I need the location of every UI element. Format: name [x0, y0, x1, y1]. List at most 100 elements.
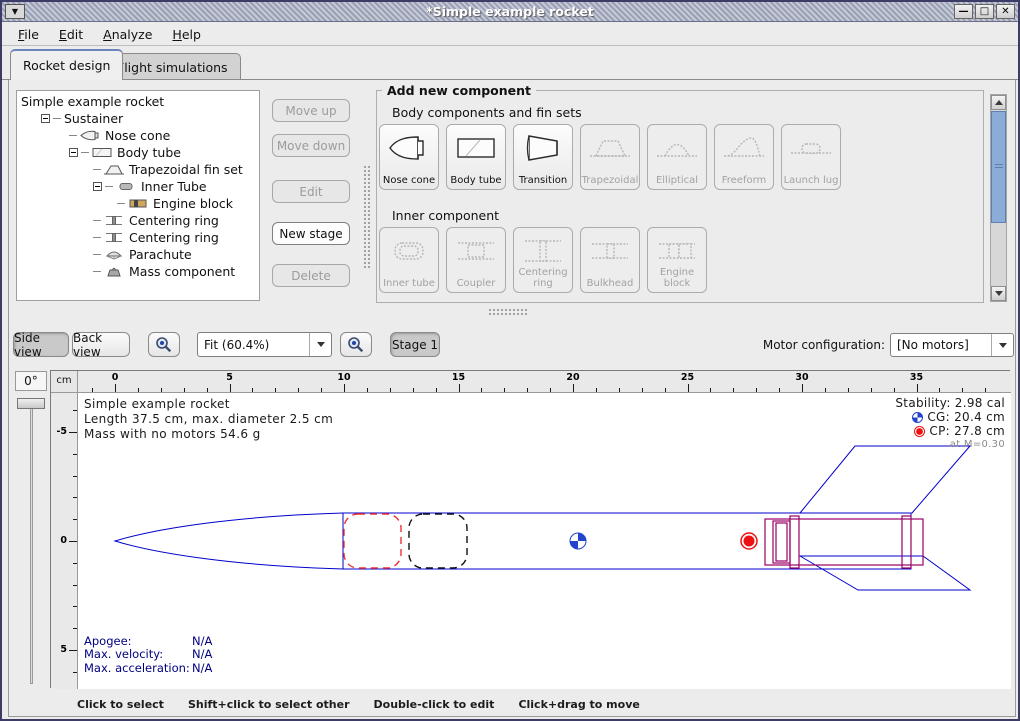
- collapse-icon[interactable]: [41, 114, 50, 123]
- tab-rocket-design[interactable]: Rocket design: [10, 49, 123, 80]
- chevron-down-icon: [991, 334, 1013, 356]
- menu-file[interactable]: File: [10, 25, 47, 44]
- rocket-canvas[interactable]: cm 05101520253035 -505: [50, 370, 1010, 688]
- add-bulkhead-button[interactable]: Bulkhead: [580, 227, 640, 293]
- ruler-unit: cm: [51, 371, 78, 393]
- add-centering-ring-button[interactable]: Centering ring: [513, 227, 573, 293]
- tree-item-mass-component[interactable]: Mass component: [17, 263, 259, 280]
- add-launch-lug-button[interactable]: Launch lug: [781, 124, 841, 190]
- nose-cone-icon: [80, 129, 100, 142]
- add-transition-button[interactable]: Transition: [513, 124, 573, 190]
- minimize-button[interactable]: —: [954, 4, 973, 19]
- tree-item-body-tube[interactable]: Body tube: [17, 144, 259, 161]
- component-tree[interactable]: Simple example rocket Sustainer Nose con…: [16, 90, 260, 301]
- tab-flight-simulations[interactable]: Flight simulations: [104, 53, 241, 80]
- rocket-info: Simple example rocket Length 37.5 cm, ma…: [84, 397, 333, 442]
- tree-item-centering-ring-2[interactable]: Centering ring: [17, 229, 259, 246]
- zoom-in-button[interactable]: [340, 332, 372, 357]
- menu-help[interactable]: Help: [164, 25, 209, 44]
- cp-marker: [741, 533, 757, 549]
- rocket-drawing-area[interactable]: Simple example rocket Length 37.5 cm, ma…: [78, 393, 1011, 689]
- tree-item-engine-block[interactable]: Engine block: [17, 195, 259, 212]
- scroll-up-button[interactable]: [991, 95, 1006, 110]
- trapezoidal-fin-icon: [588, 133, 632, 163]
- motor-configuration-value: [No motors]: [891, 338, 991, 352]
- arrow-up-icon: [995, 100, 1003, 105]
- menu-edit[interactable]: Edit: [51, 25, 91, 44]
- collapse-icon[interactable]: [93, 182, 102, 191]
- side-view-button[interactable]: Side view: [13, 332, 69, 357]
- tree-item-centering-ring-1[interactable]: Centering ring: [17, 212, 259, 229]
- zoom-level-combo[interactable]: Fit (60.4%): [197, 332, 332, 357]
- tabbar: Rocket design Flight simulations: [2, 46, 1018, 80]
- add-inner-tube-button[interactable]: Inner tube: [379, 227, 439, 293]
- fin-bottom[interactable]: [800, 556, 970, 590]
- rotation-slider-thumb[interactable]: [17, 398, 45, 409]
- move-down-button[interactable]: Move down: [272, 134, 350, 157]
- freeform-fin-icon: [722, 133, 766, 163]
- collapse-icon[interactable]: [69, 148, 78, 157]
- new-stage-button[interactable]: New stage: [272, 222, 350, 245]
- tree-item-trapezoidal-fin-set[interactable]: Trapezoidal fin set: [17, 161, 259, 178]
- tree-item-inner-tube[interactable]: Inner Tube: [17, 178, 259, 195]
- inner-component-label: Inner component: [392, 208, 499, 223]
- add-trapezoidal-fin-button[interactable]: Trapezoidal: [580, 124, 640, 190]
- add-elliptical-fin-button[interactable]: Elliptical: [647, 124, 707, 190]
- component-panel-scrollbar[interactable]: [990, 94, 1007, 302]
- motor-configuration-label: Motor configuration:: [747, 338, 885, 352]
- vertical-splitter[interactable]: [363, 165, 370, 270]
- mach-footnote: at M=0.30: [895, 438, 1005, 452]
- cp-value: CP: 27.8 cm: [929, 424, 1005, 438]
- horizontal-splitter[interactable]: [488, 308, 528, 315]
- stage-1-button[interactable]: Stage 1: [390, 332, 440, 357]
- inner-tube-outline[interactable]: [765, 519, 923, 565]
- scrollbar-thumb[interactable]: [991, 111, 1006, 223]
- menu-analyze[interactable]: Analyze: [95, 25, 160, 44]
- move-up-button[interactable]: Move up: [272, 99, 350, 122]
- delete-button[interactable]: Delete: [272, 264, 350, 287]
- edit-button[interactable]: Edit: [272, 180, 350, 203]
- ruler-left: -505: [51, 393, 78, 689]
- centering-ring-icon: [104, 231, 124, 244]
- maximize-button[interactable]: □: [975, 4, 994, 19]
- centering-ring-front[interactable]: [790, 516, 799, 568]
- rotation-slider-track[interactable]: [30, 402, 33, 684]
- nose-cone-outline[interactable]: [115, 513, 343, 569]
- parachute-outline[interactable]: [344, 514, 401, 568]
- centering-ring-rear[interactable]: [902, 516, 911, 568]
- mass-component-outline[interactable]: [409, 514, 467, 568]
- tree-item-nose-cone[interactable]: Nose cone: [17, 127, 259, 144]
- add-freeform-fin-button[interactable]: Freeform: [714, 124, 774, 190]
- add-body-tube-button[interactable]: Body tube: [446, 124, 506, 190]
- app-window: ▼ *Simple example rocket — □ ✕ File Edit…: [0, 0, 1020, 721]
- zoom-in-icon: [347, 336, 365, 354]
- body-tube-outline[interactable]: [343, 513, 911, 569]
- scroll-down-button[interactable]: [991, 286, 1006, 301]
- titlebar[interactable]: ▼ *Simple example rocket — □ ✕: [2, 2, 1018, 22]
- bulkhead-icon: [588, 236, 632, 266]
- engine-block-icon: [128, 197, 148, 210]
- stability-info: Stability: 2.98 cal CG: 20.4 cm CP: 27.8…: [895, 396, 1005, 452]
- cg-icon: [912, 412, 923, 423]
- add-nose-cone-button[interactable]: Nose cone: [379, 124, 439, 190]
- centering-ring-icon: [521, 236, 565, 266]
- window-title: *Simple example rocket: [2, 4, 1018, 19]
- fin-top[interactable]: [800, 446, 970, 513]
- body-tube-icon: [92, 146, 112, 159]
- fin-icon: [104, 163, 124, 176]
- back-view-button[interactable]: Back view: [72, 332, 130, 357]
- centering-ring-icon: [104, 214, 124, 227]
- stability-value: Stability: 2.98 cal: [895, 396, 1005, 410]
- add-coupler-button[interactable]: Coupler: [446, 227, 506, 293]
- motor-configuration-combo[interactable]: [No motors]: [890, 333, 1014, 357]
- transition-icon: [521, 133, 565, 163]
- close-button[interactable]: ✕: [996, 4, 1015, 19]
- tree-item-sustainer[interactable]: Sustainer: [17, 110, 259, 127]
- zoom-out-button[interactable]: [148, 332, 180, 357]
- tree-item-parachute[interactable]: Parachute: [17, 246, 259, 263]
- add-engine-block-button[interactable]: Engine block: [647, 227, 707, 293]
- tree-item-rocket[interactable]: Simple example rocket: [17, 93, 259, 110]
- body-components-label: Body components and fin sets: [392, 105, 582, 120]
- mass-icon: [104, 265, 124, 278]
- elliptical-fin-icon: [655, 133, 699, 163]
